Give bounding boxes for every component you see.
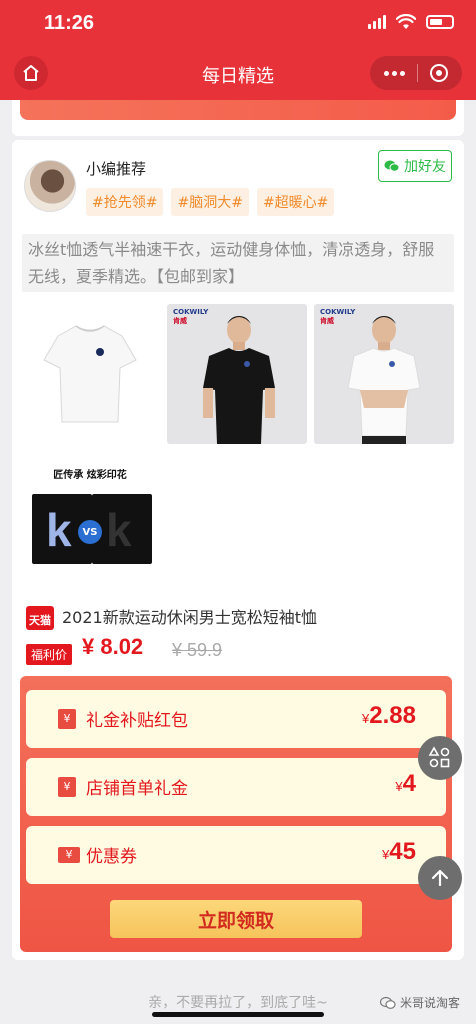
miniapp-capsule[interactable] — [370, 56, 462, 90]
top-header: 11:26 每日精选 — [0, 0, 476, 100]
price-badge: 福利价 — [26, 644, 73, 665]
ticket-icon: ¥ — [58, 847, 80, 863]
wifi-icon — [396, 14, 416, 29]
gift-icon: ¥ — [58, 777, 76, 797]
svg-text:k: k — [46, 504, 72, 556]
product-title[interactable]: 2021新款运动休闲男士宽松短袖t恤 — [62, 604, 317, 628]
arrow-up-icon — [431, 869, 449, 887]
tag[interactable]: #超暖心# — [256, 188, 335, 216]
status-time: 11:26 — [44, 12, 95, 34]
tag[interactable]: #抢先领# — [86, 188, 164, 216]
tshirt-image — [43, 325, 137, 423]
wechat-icon — [384, 160, 400, 172]
post-description: 冰丝t恤透气半袖速干衣，运动健身体恤，清凉透身，舒服无线，夏季精选。【包邮到家】 — [22, 234, 454, 292]
tag-list: #抢先领# #脑洞大# #超暖心# — [86, 188, 335, 216]
brand-logo: COKWILY — [173, 308, 209, 316]
coupon-first-order[interactable]: ¥ 店铺首单礼金 ¥4 — [26, 758, 446, 816]
coupon-label: 优惠券 — [86, 847, 137, 867]
current-price: ¥ 8.02 — [82, 634, 144, 659]
post-card: 小编推荐 加好友 #抢先领# #脑洞大# #超暖心# 冰丝t恤透气半袖速干衣，运… — [12, 140, 464, 960]
coupon-label: 礼金补贴红包 — [86, 711, 188, 731]
add-friend-label: 加好友 — [404, 159, 446, 175]
scroll-to-top-button[interactable] — [418, 856, 462, 900]
brand-name-cn: 肯威 — [173, 317, 187, 325]
tmall-badge: 天猫 — [26, 606, 54, 630]
signal-icon — [368, 15, 386, 29]
svg-text:k: k — [106, 504, 132, 556]
coupon-label: 店铺首单礼金 — [86, 779, 188, 799]
close-miniapp-icon[interactable] — [430, 64, 448, 82]
product-image-print-comparison[interactable]: 匠传承 炫彩印花 k k VS — [20, 454, 160, 594]
previous-card — [12, 100, 464, 136]
add-friend-button[interactable]: 加好友 — [378, 150, 452, 182]
comparison-title: 匠传承 炫彩印花 — [53, 470, 127, 481]
brand-logo: COKWILY — [320, 308, 356, 316]
battery-icon — [426, 15, 454, 29]
tag[interactable]: #脑洞大# — [171, 188, 249, 216]
coupon-value: ¥45 — [382, 838, 416, 865]
product-image-white-tshirt[interactable] — [20, 304, 160, 444]
coupon-value: ¥2.88 — [362, 702, 416, 729]
coupon-value: ¥4 — [395, 770, 416, 797]
editor-name: 小编推荐 — [86, 160, 147, 178]
original-price: ¥ 59.9 — [172, 640, 223, 660]
watermark: 米哥说淘客 — [379, 994, 460, 1011]
claim-now-button[interactable]: 立即领取 — [110, 900, 362, 938]
brand-name-cn: 肯威 — [320, 317, 334, 325]
product-image-model-black[interactable]: COKWILY 肯威 — [167, 304, 307, 444]
avatar — [24, 160, 76, 212]
vs-badge: VS — [78, 520, 102, 544]
gift-icon: ¥ — [58, 709, 76, 729]
wechat-icon — [379, 996, 396, 1009]
shapes-menu-button[interactable] — [418, 736, 462, 780]
status-icons — [368, 14, 454, 30]
coupon-discount[interactable]: ¥ 优惠券 ¥45 — [26, 826, 446, 884]
watermark-text: 米哥说淘客 — [399, 996, 460, 1010]
more-icon[interactable] — [384, 70, 405, 76]
shapes-icon — [428, 746, 450, 768]
coupon-block: ¥ 礼金补贴红包 ¥2.88 ¥ 店铺首单礼金 ¥4 ¥ 优惠券 ¥45 立即领… — [20, 676, 452, 952]
product-image-model-white[interactable]: COKWILY 肯威 — [314, 304, 454, 444]
coupon-gift-subsidy[interactable]: ¥ 礼金补贴红包 ¥2.88 — [26, 690, 446, 748]
home-indicator — [152, 1012, 324, 1017]
